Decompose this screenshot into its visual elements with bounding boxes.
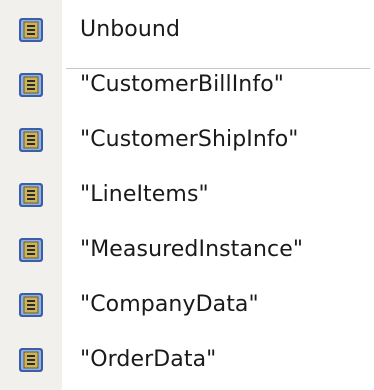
data-source-icon [19,347,43,372]
menu-item-label: "CustomerBillInfo" [80,72,284,97]
menu-item-line-items[interactable]: "LineItems" [0,167,374,222]
menu-item-label: "OrderData" [80,347,217,372]
data-source-icon [19,237,43,262]
menu-item-unbound[interactable]: Unbound [0,2,374,57]
data-source-menu: Unbound "CustomerBillInfo" "CustomerShip… [0,0,374,390]
menu-item-measured-instance[interactable]: "MeasuredInstance" [0,222,374,277]
menu-item-list: Unbound "CustomerBillInfo" "CustomerShip… [0,2,374,387]
menu-item-company-data[interactable]: "CompanyData" [0,277,374,332]
menu-item-customer-ship-info[interactable]: "CustomerShipInfo" [0,112,374,167]
menu-item-label: "CustomerShipInfo" [80,127,299,152]
data-source-icon [19,182,43,207]
menu-item-label: "LineItems" [80,182,209,207]
menu-item-label: "CompanyData" [80,292,259,317]
data-source-icon [19,17,43,42]
data-source-icon [19,72,43,97]
menu-item-customer-bill-info[interactable]: "CustomerBillInfo" [0,57,374,112]
menu-item-label: "MeasuredInstance" [80,237,304,262]
menu-item-order-data[interactable]: "OrderData" [0,332,374,387]
data-source-icon [19,127,43,152]
data-source-icon [19,292,43,317]
menu-item-label: Unbound [80,17,181,42]
